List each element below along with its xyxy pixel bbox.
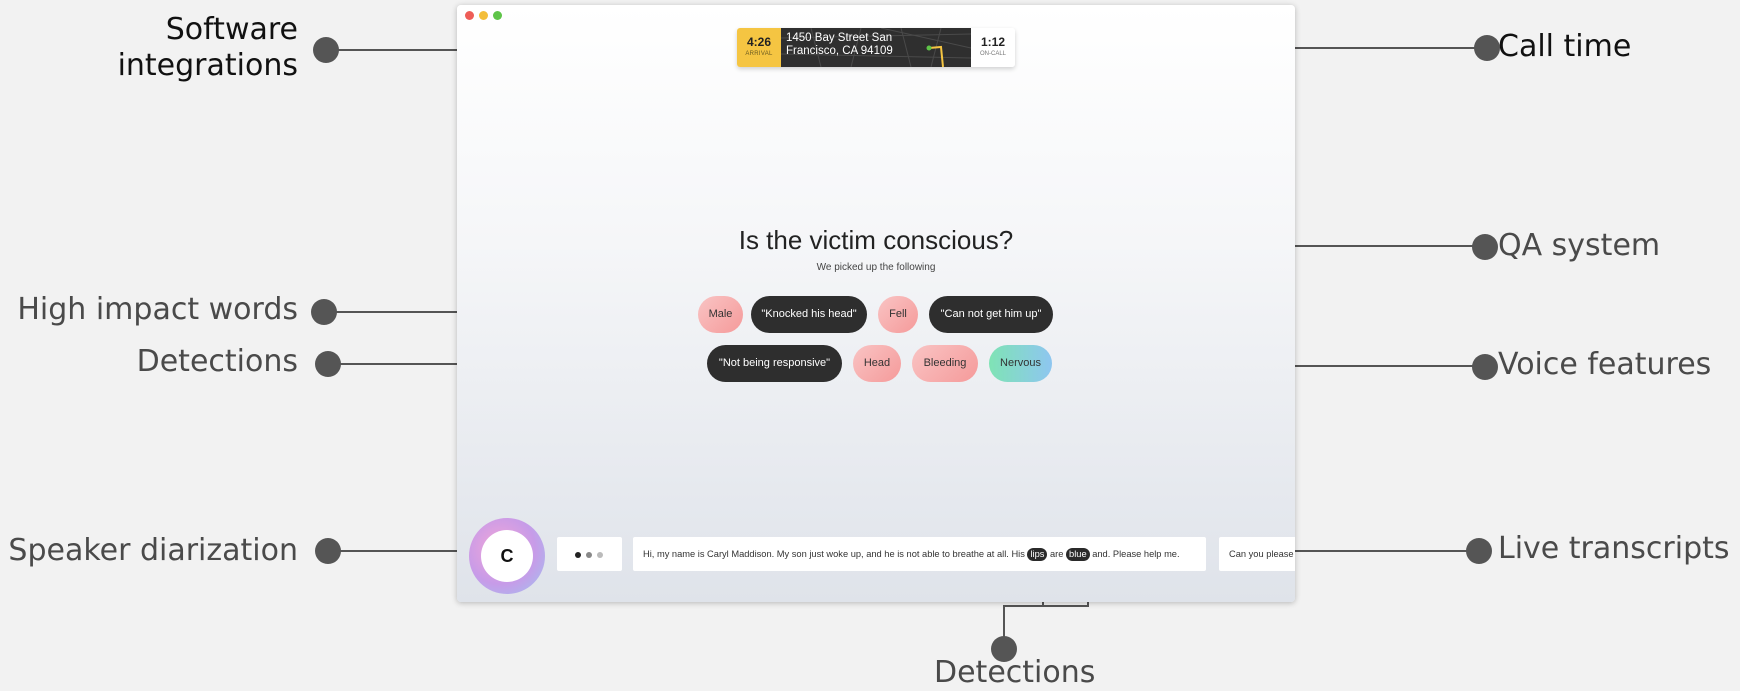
transcript-text: Hi, my name is Caryl Maddison. My son ju…: [643, 549, 1025, 559]
detection-pill[interactable]: "Knocked his head": [751, 296, 867, 333]
annotation-call-time: Call time: [1498, 29, 1632, 64]
close-window-button[interactable]: [465, 11, 474, 20]
annotation-qa-system: QA system: [1498, 228, 1661, 263]
detection-pill[interactable]: "Not being responsive": [707, 345, 842, 382]
annotation-connector: [1295, 245, 1485, 247]
on-call-panel: 1:12 ON-CALL: [971, 28, 1015, 67]
qa-subtitle: We picked up the following: [816, 262, 936, 273]
detection-pill[interactable]: Male: [698, 296, 743, 333]
annotation-connector: [326, 49, 457, 51]
annotation-live-transcripts: Live transcripts: [1498, 531, 1730, 566]
arrival-time-panel: 4:26 ARRIVAL: [737, 28, 781, 67]
typing-dot: [586, 552, 592, 558]
address-text: 1450 Bay Street San Francisco, CA 94109: [786, 32, 893, 58]
typing-dot: [575, 552, 581, 558]
annotation-voice-features: Voice features: [1498, 347, 1712, 382]
annotation-dot: [1466, 538, 1492, 564]
app-window: 4:26 ARRIVAL 1450 Bay Street San Francis…: [457, 5, 1295, 602]
annotation-line-2: integrations: [117, 48, 298, 83]
speaker-avatar[interactable]: C: [481, 530, 533, 582]
dispatch-info-card[interactable]: 4:26 ARRIVAL 1450 Bay Street San Francis…: [737, 28, 1015, 67]
transcript-detection-tag[interactable]: lips: [1027, 548, 1048, 561]
annotation-connector: [1295, 47, 1487, 49]
address-line-1: 1450 Bay Street San: [786, 32, 893, 44]
transcript-text: Can you please: [1229, 549, 1294, 559]
transcript-detection-tag[interactable]: blue: [1066, 548, 1090, 561]
annotation-detections-left: Detections: [136, 344, 298, 379]
voice-feature-pill[interactable]: Nervous: [989, 345, 1052, 382]
typing-indicator: [557, 537, 622, 571]
transcript-bubble: Hi, my name is Caryl Maddison. My son ju…: [633, 537, 1206, 571]
address-map-panel[interactable]: 1450 Bay Street San Francisco, CA 94109: [781, 28, 971, 67]
arrival-label: ARRIVAL: [745, 51, 773, 57]
on-call-label: ON-CALL: [979, 51, 1006, 57]
annotation-software-integrations: Software integrations: [118, 12, 298, 84]
transcript-text: are: [1050, 549, 1064, 559]
maximize-window-button[interactable]: [493, 11, 502, 20]
annotation-connector: [1003, 605, 1089, 607]
annotation-connector: [1295, 365, 1485, 367]
detection-pill[interactable]: Fell: [878, 296, 918, 333]
annotation-line-1: Software: [165, 12, 298, 47]
address-line-2: Francisco, CA 94109: [786, 45, 893, 57]
annotation-detections-bottom: Detections: [934, 655, 1096, 690]
annotation-dot: [1474, 35, 1500, 61]
annotation-high-impact-words: High impact words: [17, 292, 298, 327]
annotation-connector: [328, 363, 457, 365]
annotation-dot: [1472, 354, 1498, 380]
transcript-bubble-next: Can you please: [1219, 537, 1295, 571]
annotation-connector: [328, 550, 457, 552]
annotation-connector: [324, 311, 457, 313]
annotation-connector: [1295, 550, 1481, 552]
arrival-time: 4:26: [746, 35, 772, 49]
on-call-time: 1:12: [980, 35, 1006, 49]
detection-pill[interactable]: Head: [853, 345, 901, 382]
qa-question: Is the victim conscious?: [738, 225, 1014, 255]
minimize-window-button[interactable]: [479, 11, 488, 20]
detection-pill[interactable]: "Can not get him up": [929, 296, 1053, 333]
annotation-dot: [1472, 234, 1498, 260]
annotation-connector: [1003, 605, 1005, 637]
annotation-speaker-diarization: Speaker diarization: [8, 533, 298, 568]
transcript-text: and. Please help me.: [1092, 549, 1180, 559]
detection-pill[interactable]: Bleeding: [912, 345, 978, 382]
typing-dot: [597, 552, 603, 558]
